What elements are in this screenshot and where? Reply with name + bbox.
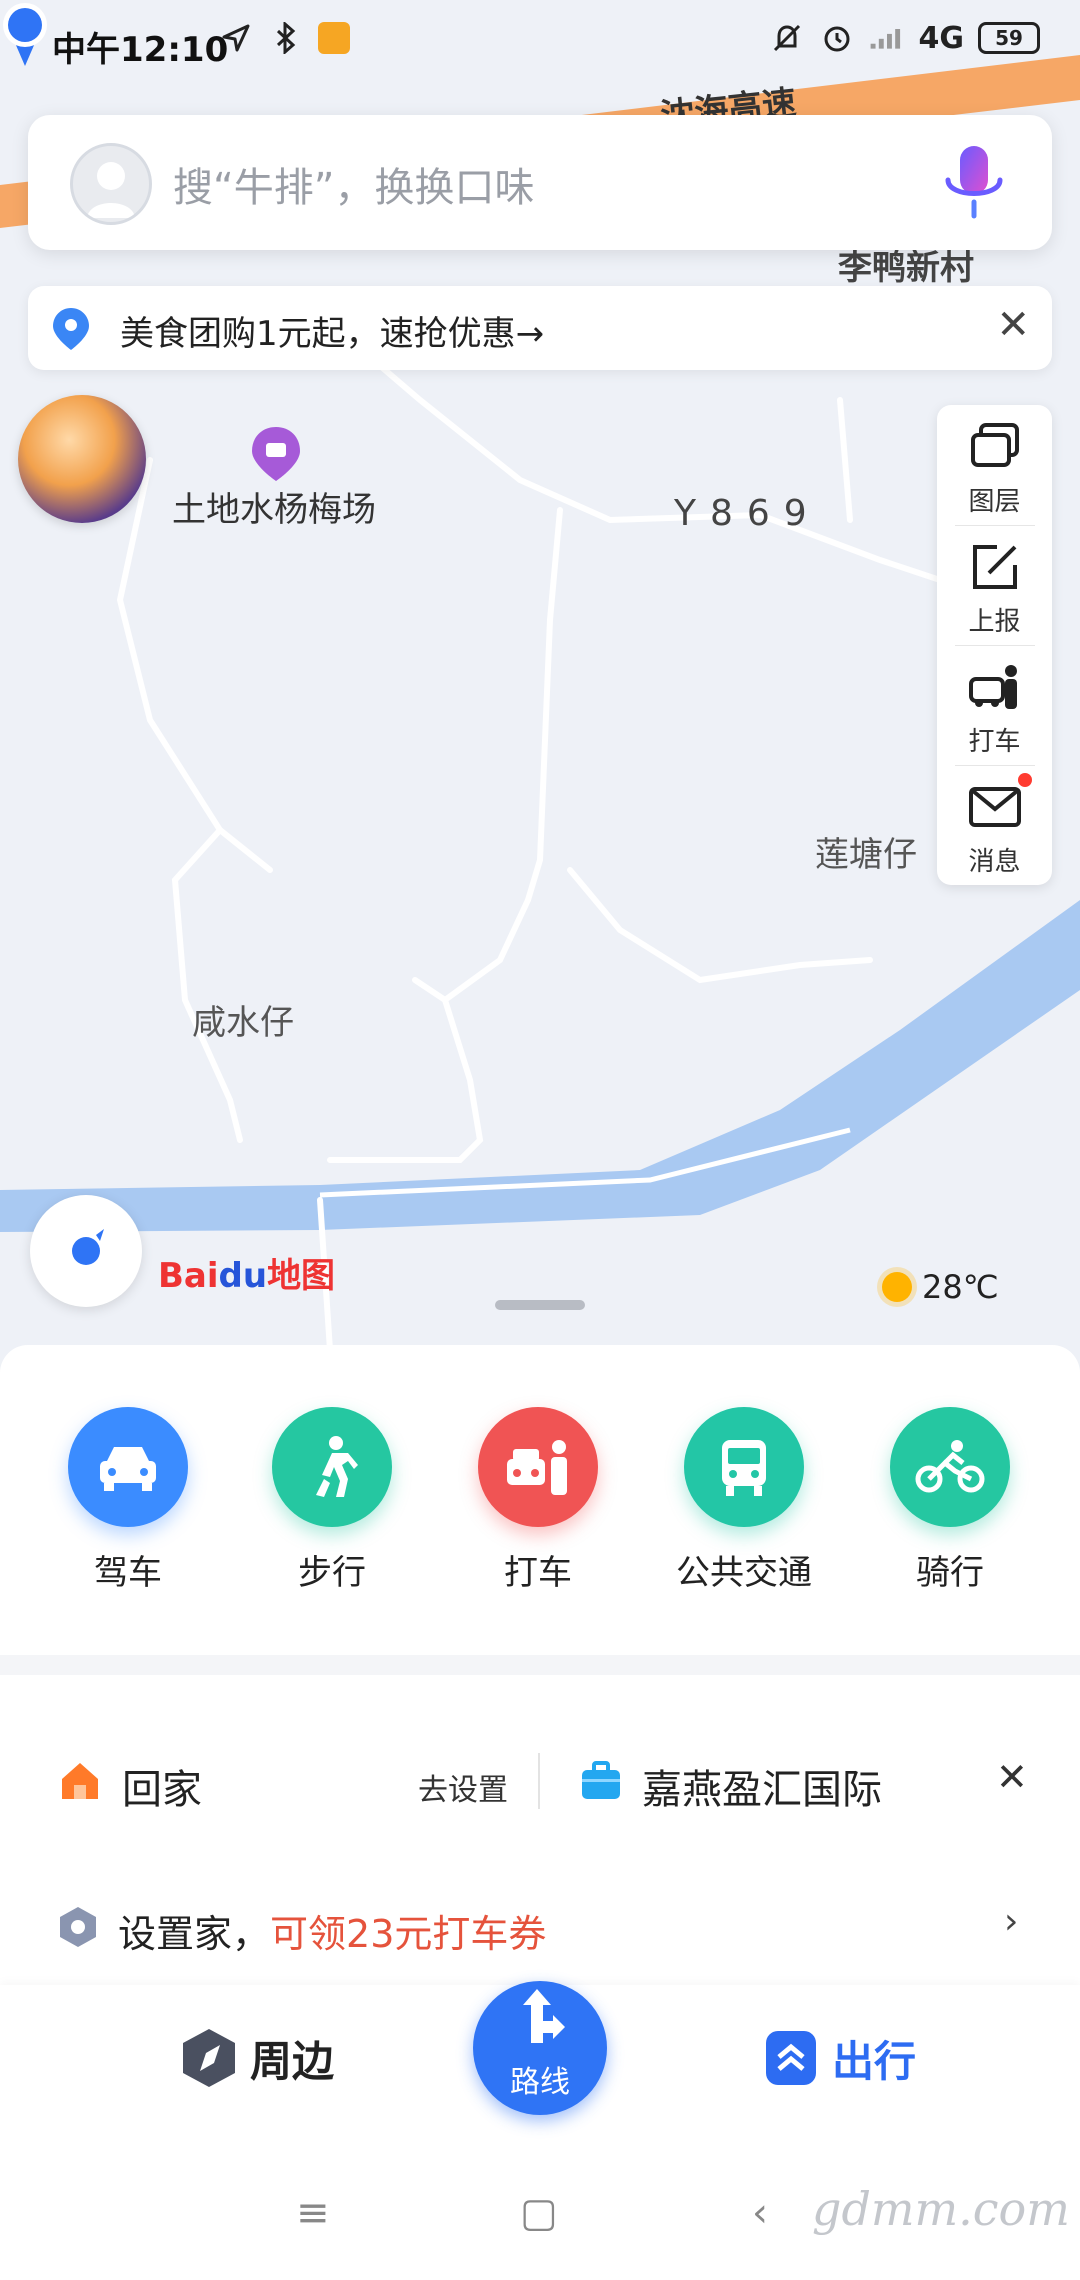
signal-icon [869,20,905,56]
poi-icon [252,427,300,481]
mute-bell-icon [769,20,805,56]
sun-icon [882,1272,912,1302]
mode-drive-label: 驾车 [94,1553,162,1593]
travel-modes: 驾车 步行 打车 公共交通 骑行 [0,1345,1080,1655]
taxi-icon [968,665,1017,709]
search-input[interactable]: 搜“牛排”，换换口味 [173,155,534,213]
set-home-row[interactable]: 设置家，可领23元打车券 › [0,1893,1080,1963]
work-close-button[interactable]: ✕ [996,1755,1028,1799]
menu-icon[interactable]: ≡ [296,2190,330,2236]
sheet-drag-handle[interactable] [495,1300,585,1310]
go-set-link[interactable]: 去设置 [418,1765,508,1809]
compass-hex-icon [183,2029,235,2087]
user-avatar[interactable] [70,143,152,225]
location-pin-icon [53,308,89,350]
mode-walk[interactable]: 步行 [252,1407,412,1594]
unread-dot [1018,773,1032,787]
status-bar: 中午12:10 4G 59 [0,0,1080,90]
car-icon [68,1407,188,1527]
tab-trip[interactable]: 出行 [762,2027,916,2089]
hexagon-icon [60,1907,96,1947]
mode-cycle-label: 骑行 [916,1553,984,1593]
village-label-xianshui: 咸水仔 [192,1003,294,1043]
briefcase-icon [582,1761,620,1799]
taxi-button[interactable]: 打车 [937,645,1052,765]
compass-icon [72,1229,104,1265]
temperature: 28℃ [922,1268,999,1306]
messages-button[interactable]: 消息 [937,765,1052,885]
divider [538,1753,540,1809]
layers-icon [970,423,1019,467]
mode-cycle[interactable]: 骑行 [870,1407,1030,1594]
work-shortcut[interactable]: 嘉燕盈汇国际 [642,1757,882,1815]
promo-text[interactable]: 美食团购1元起，速抢优惠→ [120,306,544,355]
bus-icon [684,1407,804,1527]
locate-button[interactable] [30,1195,142,1307]
watermark: gdmm.com [812,2182,1070,2236]
bluetooth-icon [268,20,304,56]
taxi-label: 打车 [968,727,1021,757]
chevron-right-icon: › [1004,1901,1019,1942]
mode-drive[interactable]: 驾车 [48,1407,208,1594]
status-time: 中午12:10 [52,30,229,70]
messages-label: 消息 [968,847,1021,877]
taxi-mode-icon [478,1407,598,1527]
route-button[interactable]: 路线 [473,1981,607,2115]
route-label: 路线 [510,2065,570,2100]
tab-nearby-label: 周边 [250,2036,335,2086]
mode-taxi[interactable]: 打车 [458,1407,618,1594]
mail-icon [968,787,1021,827]
promo-close-button[interactable]: ✕ [996,302,1030,348]
village-label-liantang: 莲塘仔 [815,835,917,875]
set-home-offer: 可领23元打车券 [270,1912,547,1956]
road-label: Y869 [674,493,821,534]
bike-icon [890,1407,1010,1527]
home-shortcut[interactable]: 回家 [122,1757,202,1815]
mode-taxi-label: 打车 [504,1553,572,1593]
walk-icon [272,1407,392,1527]
map-toolbar: 图层 上报 打车 消息 [937,405,1052,885]
mode-transit[interactable]: 公共交通 [664,1407,824,1594]
activity-avatar[interactable] [18,395,146,523]
alarm-icon [819,20,855,56]
home-work-row: 回家 去设置 嘉燕盈汇国际 ✕ [0,1745,1080,1825]
trip-icon [766,2031,816,2085]
report-label: 上报 [968,607,1021,637]
layers-label: 图层 [968,487,1021,517]
set-home-text: 设置家， [118,1912,271,1956]
report-button[interactable]: 上报 [937,525,1052,645]
home-nav-icon[interactable]: ▢ [520,2190,558,2236]
baidu-map-logo: Baidu地图 [158,1256,336,1296]
promo-banner[interactable]: 美食团购1元起，速抢优惠→ ✕ [28,286,1052,370]
shortcuts-card: 回家 去设置 嘉燕盈汇国际 ✕ 设置家，可领23元打车券 › [0,1675,1080,1985]
mode-transit-label: 公共交通 [676,1553,812,1593]
battery-indicator: 59 [978,22,1040,54]
location-arrow-icon [218,20,254,56]
report-edit-icon [972,545,1017,589]
tab-trip-label: 出行 [832,2036,917,2086]
home-icon [62,1763,98,1799]
search-bar[interactable]: 搜“牛排”，换换口味 [28,115,1052,250]
weather-widget[interactable]: 28℃ [882,1268,999,1306]
bottom-tab-bar: 周边 路线 出行 [0,1981,1080,2150]
layers-button[interactable]: 图层 [937,405,1052,525]
voice-mic-icon[interactable] [934,140,1014,230]
notification-app-icon [318,22,350,54]
network-type: 4G [918,20,965,56]
poi-label[interactable]: 土地水杨梅场 [172,482,376,531]
back-icon[interactable]: ‹ [752,2190,768,2236]
tab-nearby[interactable]: 周边 [180,2027,334,2089]
mode-walk-label: 步行 [298,1553,366,1593]
route-arrow-icon [523,1989,565,2043]
